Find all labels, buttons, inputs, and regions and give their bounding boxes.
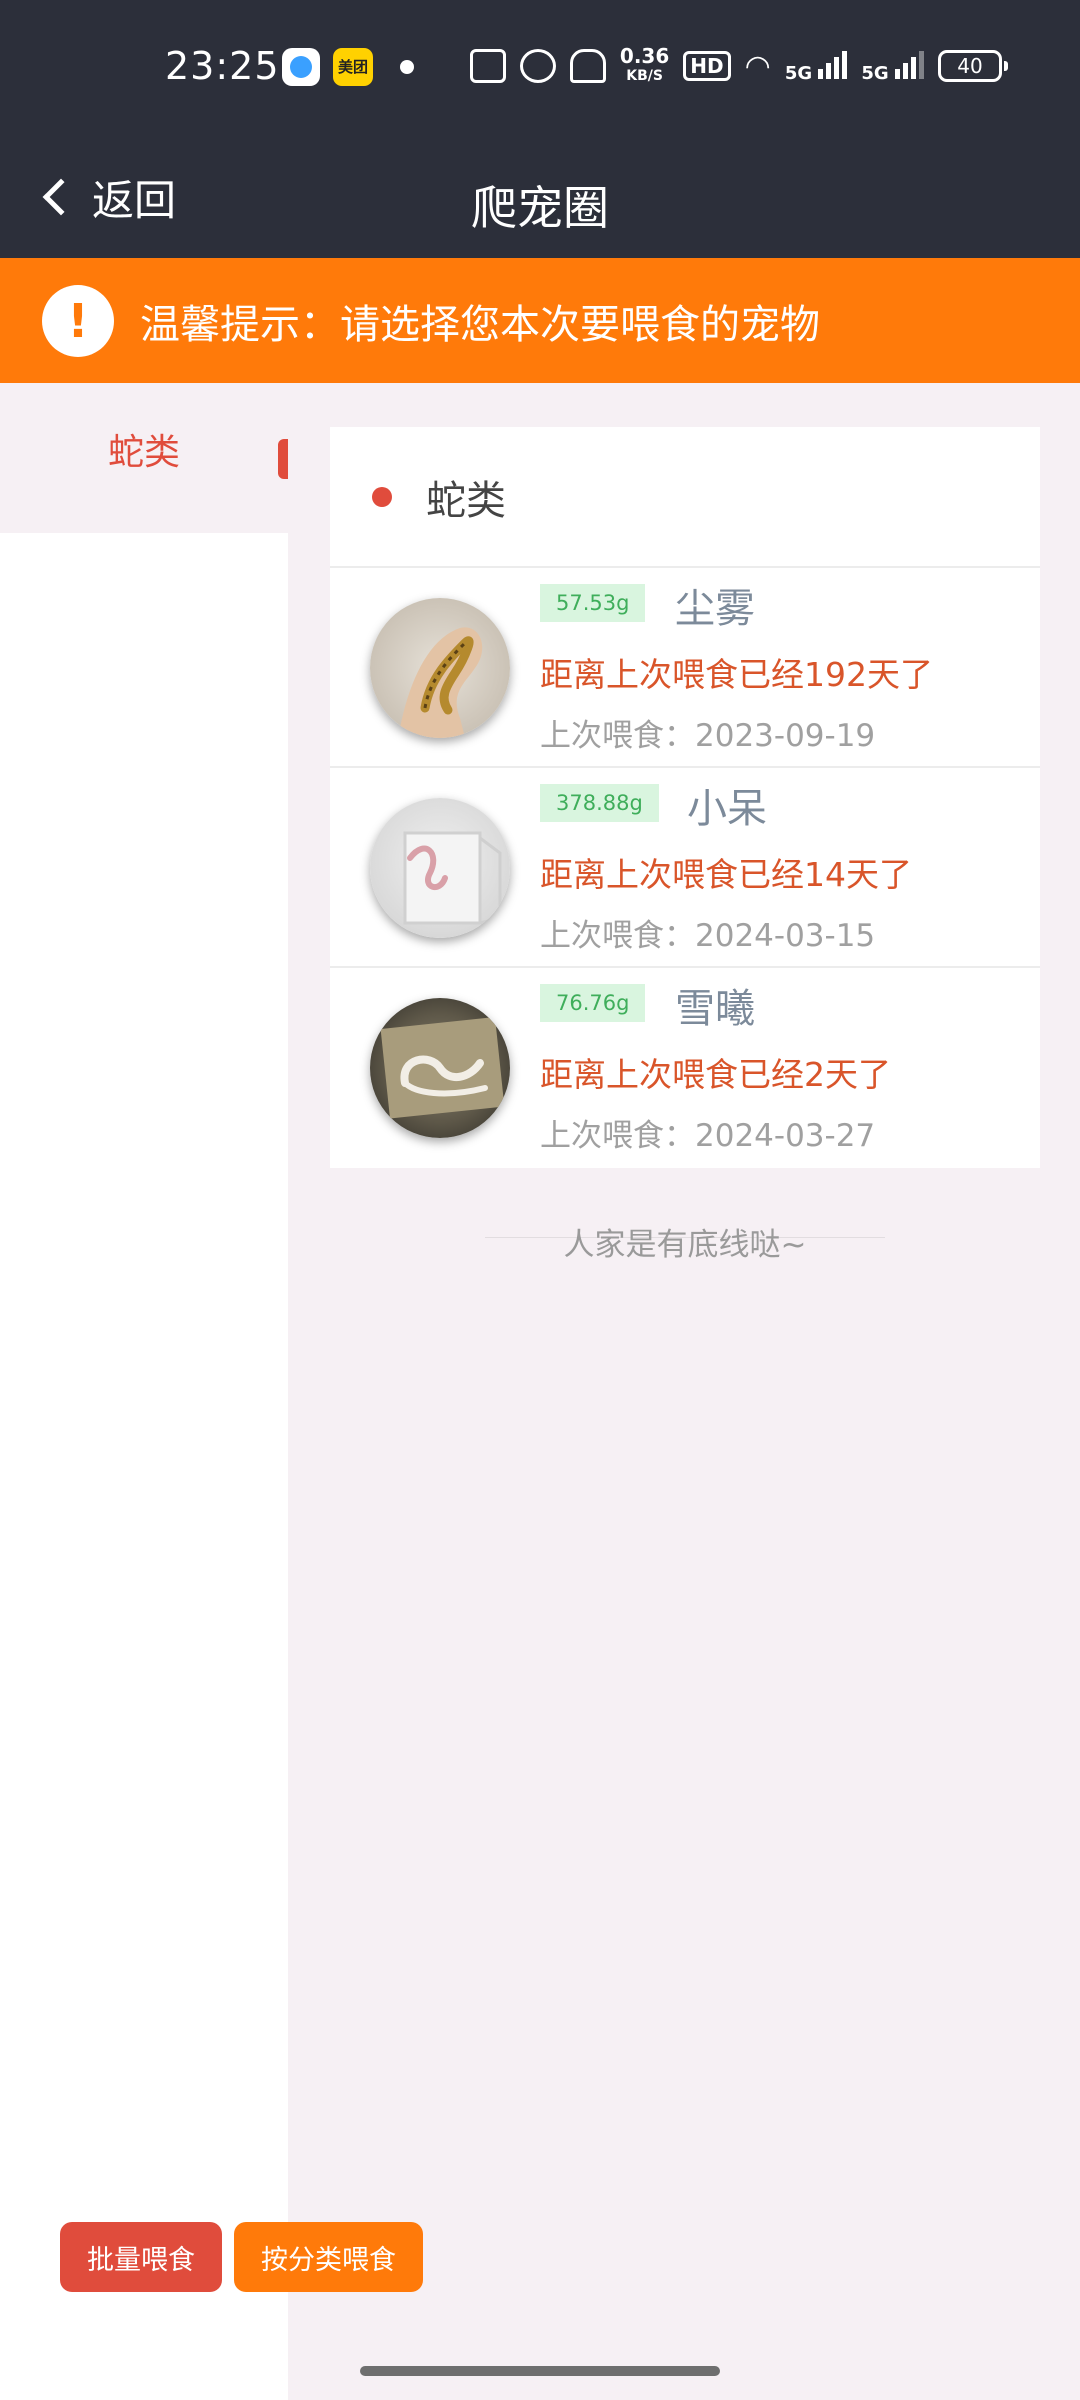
feed-by-category-button[interactable]: 按分类喂食 [234, 2222, 423, 2292]
snake-in-hand-photo-icon [400, 627, 483, 738]
pet-avatar [370, 598, 510, 738]
pet-days-since-fed: 距离上次喂食已经14天了 [540, 855, 912, 894]
status-indicators: 0.36 KB/S HD ◠ 5G 5G 40 [469, 44, 1008, 88]
signal-5g-1: 5G [785, 49, 848, 84]
pet-last-fed: 上次喂食：2024-03-15 [540, 918, 876, 954]
signal-bars-icon [895, 49, 924, 79]
batch-feed-button[interactable]: 批量喂食 [60, 2222, 222, 2292]
tip-banner: ! 温馨提示：请选择您本次要喂食的宠物 [0, 258, 1080, 383]
signal-5g-2-label: 5G [861, 62, 889, 84]
pet-last-fed: 上次喂食：2024-03-27 [540, 1118, 876, 1154]
alarm-icon [519, 49, 556, 83]
signal-5g-1-label: 5G [784, 62, 813, 84]
status-bar: 23:25 美团 0.36 KB/S HD ◠ 5G 5G 40 [0, 0, 1080, 136]
pet-weight-badge: 76.76g [540, 984, 646, 1022]
sidebar-active-indicator [278, 439, 288, 479]
status-time: 23:25 [165, 44, 280, 88]
pet-avatar [370, 998, 510, 1138]
pet-days-since-fed: 距离上次喂食已经192天了 [540, 655, 933, 694]
pet-days-since-fed: 距离上次喂食已经2天了 [540, 1055, 891, 1094]
mute-bell-icon [569, 49, 606, 83]
snake-on-board-photo-icon [380, 1016, 505, 1119]
network-speed-unit: KB/S [626, 68, 663, 84]
nav-bar: 返回 爬宠圈 [0, 136, 1080, 258]
wifi-icon: ◠ [744, 48, 771, 84]
nfc-icon [469, 49, 506, 83]
category-title: 蛇类 [426, 477, 506, 524]
home-indicator[interactable] [360, 2366, 720, 2376]
exclamation-icon: ! [42, 284, 114, 357]
end-of-list-text: 人家是有底线哒~ [563, 1227, 807, 1263]
notification-dot-icon [400, 60, 414, 74]
signal-bars-icon [818, 49, 848, 79]
network-speed: 0.36 KB/S [620, 46, 669, 86]
network-speed-value: 0.36 [619, 44, 670, 68]
signal-5g-2: 5G [861, 49, 924, 84]
tip-text: 温馨提示：请选择您本次要喂食的宠物 [140, 301, 820, 348]
end-of-list: 人家是有底线哒~ [485, 1219, 885, 1263]
battery-icon: 40 [938, 50, 1008, 82]
snake-in-container-photo-icon [403, 831, 502, 925]
meituan-app-icon: 美团 [333, 48, 373, 86]
pet-name: 小呆 [687, 786, 767, 832]
hd-voice-icon: HD [683, 51, 731, 81]
browser-app-icon [282, 48, 320, 86]
pet-avatar [370, 798, 510, 938]
sidebar-item-label: 蛇类 [107, 432, 180, 473]
pet-weight-badge: 57.53g [540, 584, 646, 622]
pet-name: 雪曦 [675, 986, 755, 1032]
pet-list-card: 蛇类 57.53g 尘雾 距离上次喂食已经192天了 上次喂食：2023-09-… [330, 427, 1040, 1168]
pet-last-fed: 上次喂食：2023-09-19 [540, 718, 876, 754]
pet-row[interactable]: 76.76g 雪曦 距离上次喂食已经2天了 上次喂食：2024-03-27 [330, 968, 1040, 1168]
category-dot-icon [372, 486, 392, 507]
pet-row[interactable]: 378.88g 小呆 距离上次喂食已经14天了 上次喂食：2024-03-15 [330, 768, 1040, 968]
pet-row[interactable]: 57.53g 尘雾 距离上次喂食已经192天了 上次喂食：2023-09-19 [330, 568, 1040, 768]
pet-name: 尘雾 [675, 586, 755, 632]
page-title: 爬宠圈 [471, 181, 609, 235]
category-sidebar: 蛇类 [0, 383, 288, 2400]
pet-weight-badge: 378.88g [540, 784, 659, 822]
sidebar-item-snakes[interactable]: 蛇类 [0, 383, 288, 533]
category-header: 蛇类 [330, 427, 1040, 568]
